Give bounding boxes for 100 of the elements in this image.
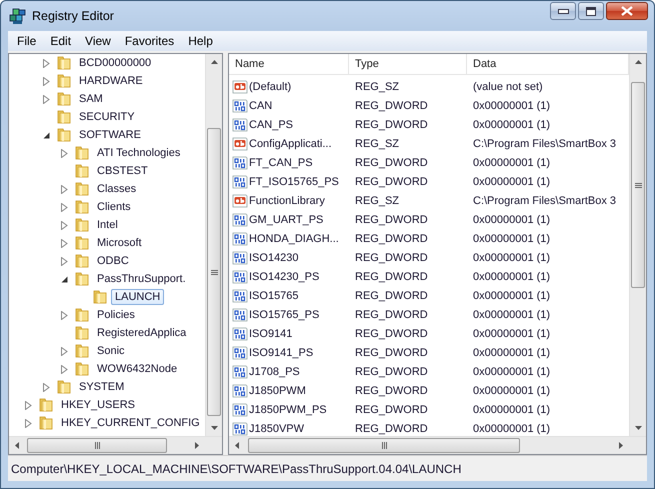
- expand-arrow-icon[interactable]: [61, 346, 68, 356]
- folder-icon: [74, 307, 90, 323]
- tree-node[interactable]: WOW6432Node: [93, 361, 182, 377]
- binary-value-icon: [232, 306, 248, 322]
- scroll-down-icon[interactable]: [210, 426, 218, 430]
- collapse-arrow-icon[interactable]: [43, 132, 50, 138]
- expand-arrow-icon[interactable]: [61, 148, 68, 158]
- tree-node[interactable]: CBSTEST: [93, 163, 152, 179]
- scroll-left-icon[interactable]: [15, 442, 19, 449]
- value-data: 0x00000001 (1): [472, 176, 552, 188]
- expand-arrow-icon[interactable]: [43, 76, 50, 86]
- value-type: REG_DWORD: [354, 384, 429, 396]
- tree-node[interactable]: RegisteredApplica: [93, 325, 190, 341]
- value-data: 0x00000001 (1): [472, 232, 552, 244]
- value-name: GM_UART_PS: [249, 214, 324, 226]
- tree-node[interactable]: PassThruSupport.: [93, 271, 190, 287]
- expand-arrow-icon[interactable]: [61, 238, 68, 248]
- scroll-up-icon[interactable]: [210, 60, 218, 64]
- tree-node[interactable]: Intel: [93, 217, 122, 233]
- value-name: ISO9141_PS: [249, 346, 314, 358]
- scroll-down-icon[interactable]: [634, 426, 642, 430]
- value-data: 0x00000001 (1): [472, 328, 552, 340]
- binary-value-icon: [232, 402, 248, 418]
- window-title: Registry Editor: [32, 9, 114, 23]
- grip-icon: [94, 442, 100, 449]
- value-data: C:\Program Files\SmartBox 3: [472, 194, 618, 206]
- value-data: 0x00000001 (1): [472, 308, 552, 320]
- expand-arrow-icon[interactable]: [61, 202, 68, 212]
- value-type: REG_SZ: [354, 80, 400, 92]
- scroll-up-icon[interactable]: [634, 60, 642, 64]
- minimize-button[interactable]: [550, 2, 576, 20]
- expand-arrow-icon[interactable]: [25, 418, 32, 428]
- column-header[interactable]: Type: [349, 54, 467, 74]
- value-type: REG_DWORD: [354, 366, 429, 378]
- column-header[interactable]: Name: [229, 54, 349, 74]
- menu-item[interactable]: File: [10, 32, 44, 50]
- tree-node[interactable]: HKEY_CURRENT_CONFIG: [57, 415, 204, 431]
- expand-arrow-icon[interactable]: [43, 58, 50, 68]
- tree-node[interactable]: HARDWARE: [75, 73, 147, 89]
- value-data: 0x00000001 (1): [472, 366, 552, 378]
- value-data: 0x00000001 (1): [472, 118, 552, 130]
- scroll-right-icon[interactable]: [619, 442, 623, 449]
- value-type: REG_SZ: [354, 194, 400, 206]
- value-type: REG_DWORD: [354, 308, 429, 320]
- scrollbar[interactable]: [629, 54, 646, 436]
- value-name: J1850PWM: [249, 384, 306, 396]
- tree-node[interactable]: BCD00000000: [75, 55, 156, 71]
- value-type: REG_SZ: [354, 138, 400, 150]
- string-value-icon: [232, 136, 248, 152]
- expand-arrow-icon[interactable]: [43, 94, 50, 104]
- tree-node[interactable]: SYSTEM: [75, 379, 128, 395]
- value-name: ISO14230_PS: [249, 270, 320, 282]
- folder-icon: [74, 181, 90, 197]
- tree-node[interactable]: Classes: [93, 181, 140, 197]
- tree-node[interactable]: Microsoft: [93, 235, 146, 251]
- scroll-thumb[interactable]: [631, 82, 645, 288]
- tree-node[interactable]: ODBC: [93, 253, 133, 269]
- scroll-thumb[interactable]: [27, 438, 167, 453]
- expand-arrow-icon[interactable]: [61, 220, 68, 230]
- tree-node[interactable]: Clients: [93, 199, 135, 215]
- binary-value-icon: [232, 268, 248, 284]
- scrollbar[interactable]: [205, 54, 222, 436]
- expand-arrow-icon[interactable]: [61, 184, 68, 194]
- maximize-button[interactable]: [578, 2, 604, 20]
- tree-node[interactable]: HKEY_USERS: [57, 397, 139, 413]
- tree-node[interactable]: SOFTWARE: [75, 127, 145, 143]
- tree-node[interactable]: Policies: [93, 307, 139, 323]
- expand-arrow-icon[interactable]: [61, 364, 68, 374]
- tree-node[interactable]: Sonic: [93, 343, 129, 359]
- folder-icon: [56, 91, 72, 107]
- expand-arrow-icon[interactable]: [43, 382, 50, 392]
- expand-arrow-icon[interactable]: [25, 400, 32, 410]
- menu-item[interactable]: Favorites: [118, 32, 182, 50]
- binary-value-icon: [232, 98, 248, 114]
- maximize-icon: [586, 6, 596, 16]
- menu-item[interactable]: Help: [181, 32, 220, 50]
- value-type: REG_DWORD: [354, 100, 429, 112]
- folder-icon: [74, 343, 90, 359]
- menu-item[interactable]: View: [78, 32, 118, 50]
- collapse-arrow-icon[interactable]: [61, 276, 68, 282]
- scrollbar[interactable]: [229, 436, 646, 454]
- value-name: ISO15765: [249, 290, 299, 302]
- value-data: 0x00000001 (1): [472, 156, 552, 168]
- expand-arrow-icon[interactable]: [61, 310, 68, 320]
- folder-icon: [74, 235, 90, 251]
- tree-node[interactable]: SAM: [75, 91, 107, 107]
- binary-value-icon: [232, 288, 248, 304]
- value-data: 0x00000001 (1): [472, 422, 552, 434]
- tree-node[interactable]: SECURITY: [75, 109, 139, 125]
- scroll-left-icon[interactable]: [235, 442, 239, 449]
- tree-node[interactable]: LAUNCH: [111, 289, 164, 305]
- expand-arrow-icon[interactable]: [61, 256, 68, 266]
- scroll-right-icon[interactable]: [195, 442, 199, 449]
- scroll-thumb[interactable]: [248, 438, 520, 453]
- value-data: 0x00000001 (1): [472, 290, 552, 302]
- tree-node[interactable]: ATI Technologies: [93, 145, 184, 161]
- scrollbar[interactable]: [9, 436, 222, 454]
- scroll-thumb[interactable]: [207, 128, 221, 416]
- menu-item[interactable]: Edit: [43, 32, 78, 50]
- close-button[interactable]: [606, 2, 648, 20]
